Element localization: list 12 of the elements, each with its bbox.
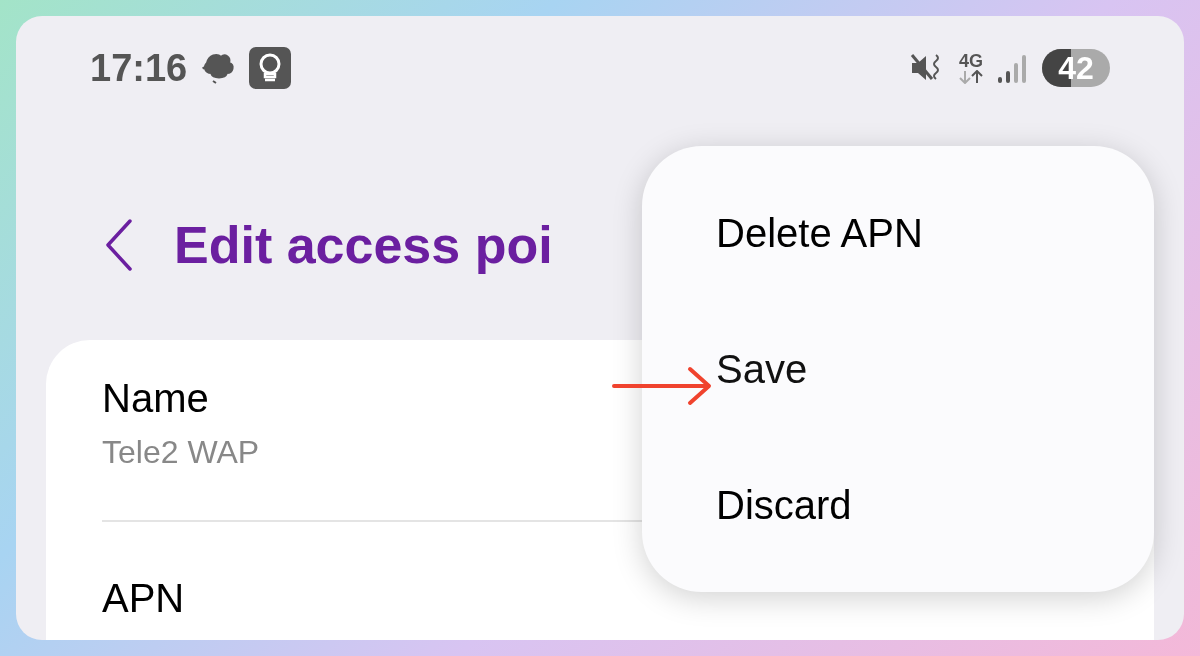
field-label: APN <box>102 575 185 622</box>
menu-item[interactable]: Discard <box>716 437 1154 573</box>
back-icon[interactable] <box>104 218 134 272</box>
data-arrows-icon <box>958 70 984 84</box>
status-time: 17:16 <box>90 49 188 87</box>
menu-item[interactable]: Delete APN <box>716 165 1154 301</box>
menu-item[interactable]: Save <box>716 301 1154 437</box>
arrow-icon <box>612 366 714 406</box>
field-label: Name <box>102 375 209 422</box>
field-value: Tele2 WAP <box>102 433 260 472</box>
network-type: 4G <box>959 52 983 70</box>
bulb-icon <box>249 47 292 89</box>
